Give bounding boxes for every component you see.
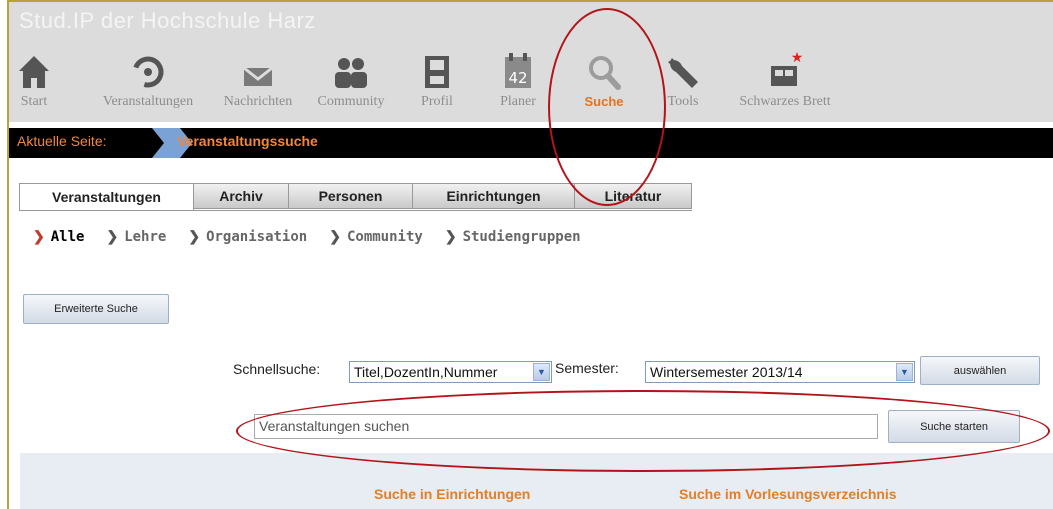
nav-schwarzes-brett[interactable]: ★ Schwarzes Brett bbox=[732, 48, 838, 110]
nav-planer[interactable]: 42 Planer bbox=[492, 48, 544, 110]
search-tabs: Veranstaltungen Archiv Personen Einricht… bbox=[19, 183, 692, 211]
nav-tools[interactable]: Tools bbox=[658, 48, 708, 110]
search-icon bbox=[574, 48, 634, 90]
sub-navigation: ❯ Alle ❯ Lehre ❯ Organisation ❯ Community ❯ S… bbox=[33, 228, 603, 245]
subnav-organisation[interactable]: ❯ Organisation bbox=[188, 228, 307, 245]
subnav-alle[interactable]: ❯ Alle bbox=[33, 228, 84, 245]
nav-suche[interactable]: Suche bbox=[574, 48, 634, 109]
select-semester-button[interactable]: auswählen bbox=[920, 356, 1040, 385]
subnav-lehre[interactable]: ❯ Lehre bbox=[106, 228, 166, 245]
link-search-catalog[interactable]: Suche im Vorlesungsverzeichnis bbox=[679, 486, 897, 502]
svg-text:★: ★ bbox=[791, 50, 804, 66]
chevron-right-icon: ❯ bbox=[106, 228, 119, 244]
nav-profil[interactable]: Profil bbox=[412, 48, 462, 110]
chevron-right-icon: ❯ bbox=[444, 228, 457, 244]
tabs-divider bbox=[19, 210, 692, 211]
breadcrumb-current[interactable]: Veranstaltungssuche bbox=[177, 133, 318, 149]
start-search-button[interactable]: Suche starten bbox=[888, 410, 1020, 443]
nav-start[interactable]: Start bbox=[12, 48, 56, 110]
subnav-studiengruppen[interactable]: ❯ Studiengruppen bbox=[445, 228, 581, 245]
tab-archiv[interactable]: Archiv bbox=[194, 183, 289, 209]
chevron-right-icon: ❯ bbox=[33, 228, 45, 244]
svg-text:42: 42 bbox=[508, 69, 527, 87]
calendar-icon: 42 bbox=[492, 48, 544, 90]
chevron-down-icon: ▼ bbox=[533, 363, 550, 381]
search-input[interactable]: Veranstaltungen suchen bbox=[254, 414, 878, 439]
tab-einrichtungen[interactable]: Einrichtungen bbox=[413, 183, 575, 209]
nav-nachrichten[interactable]: Nachrichten bbox=[208, 48, 308, 110]
semester-label: Semester: bbox=[555, 360, 619, 376]
subnav-community[interactable]: ❯ Community bbox=[329, 228, 423, 245]
brand-title: Stud.IP der Hochschule Harz bbox=[19, 8, 316, 33]
nav-veranstaltungen[interactable]: Veranstaltungen bbox=[88, 48, 208, 110]
courses-icon bbox=[88, 48, 208, 90]
chevron-right-icon: ❯ bbox=[188, 228, 201, 244]
home-icon bbox=[12, 48, 56, 90]
wrench-icon bbox=[658, 48, 708, 90]
quick-search-select[interactable]: Titel,DozentIn,Nummer ▼ bbox=[349, 361, 552, 383]
breadcrumb: Aktuelle Seite: Veranstaltungssuche bbox=[9, 128, 1053, 158]
people-icon bbox=[306, 48, 396, 90]
bulletin-board-icon: ★ bbox=[732, 48, 838, 90]
quick-search-label: Schnellsuche: bbox=[233, 361, 321, 377]
extended-search-button[interactable]: Erweiterte Suche bbox=[23, 294, 169, 324]
semester-select[interactable]: Wintersemester 2013/14 ▼ bbox=[645, 361, 915, 383]
nav-community[interactable]: Community bbox=[306, 48, 396, 110]
tab-personen[interactable]: Personen bbox=[289, 183, 413, 209]
tab-veranstaltungen[interactable]: Veranstaltungen bbox=[19, 183, 194, 211]
profile-icon bbox=[412, 48, 462, 90]
link-search-institutes[interactable]: Suche in Einrichtungen bbox=[374, 486, 530, 502]
chevron-right-icon: ❯ bbox=[329, 228, 341, 244]
chevron-down-icon: ▼ bbox=[896, 363, 913, 381]
search-options-panel bbox=[20, 453, 1053, 509]
tab-literatur[interactable]: Literatur bbox=[575, 183, 692, 209]
envelope-icon bbox=[208, 48, 308, 90]
